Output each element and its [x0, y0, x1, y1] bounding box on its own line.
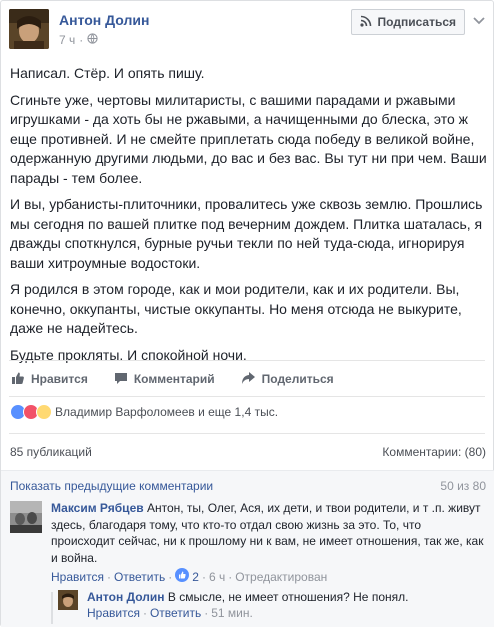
post-time[interactable]: 7 ч	[59, 33, 75, 47]
follow-button[interactable]: Подписаться	[350, 9, 465, 35]
author-avatar[interactable]	[9, 9, 49, 49]
comment-like-badge-icon	[175, 568, 190, 585]
reply-thread-line	[51, 592, 53, 624]
share-label: Поделиться	[261, 372, 334, 386]
comment-button[interactable]: Комментарий	[114, 371, 215, 388]
post-paragraph: Сгиньте уже, чертовы милитаристы, с ваши…	[10, 91, 487, 186]
comment-icon	[114, 371, 128, 388]
like-label: Нравится	[31, 372, 88, 386]
comment-author[interactable]: Максим Рябцев	[51, 501, 144, 515]
reply-author-avatar[interactable]	[58, 590, 78, 610]
share-button[interactable]: Поделиться	[241, 371, 334, 388]
post-paragraph: И вы, урбанисты-плиточники, провалитесь …	[10, 196, 483, 271]
rss-icon	[359, 15, 372, 30]
reply-body: Антон Долин В смысле, не имеет отношения…	[87, 589, 408, 605]
reply-meta: Нравится · Ответить · 51 мин.	[87, 606, 253, 620]
reactions-summary[interactable]: Владимир Варфоломеев и еще 1,4 тыс.	[10, 404, 278, 420]
divider	[9, 433, 485, 434]
post-meta: 7 ч ·	[59, 33, 98, 47]
reply-like-link[interactable]: Нравится	[87, 606, 140, 620]
post-paragraph: Будьте прокляты. И спокойной ночи.	[10, 346, 247, 363]
post-author-name[interactable]: Антон Долин	[59, 12, 149, 28]
share-icon	[241, 371, 256, 388]
shares-count[interactable]: 85 публикаций	[10, 445, 92, 459]
post-counts: 85 публикаций Комментарии: (80)	[10, 445, 486, 459]
post-card: Антон Долин 7 ч · Подписаться Написал. С…	[0, 0, 494, 627]
reply-time[interactable]: 51 мин.	[211, 606, 253, 620]
reply-text: В смысле, не имеет отношения? Не понял.	[167, 590, 409, 604]
divider	[9, 360, 485, 361]
comments-range: 50 из 80	[440, 479, 486, 493]
post-text: Написал. Стёр. И опять пишу. Сгиньте уже…	[10, 64, 488, 372]
post-actions: Нравится Комментарий Поделиться	[1, 366, 494, 392]
show-previous-comments-link[interactable]: Показать предыдущие комментарии	[10, 479, 213, 493]
commenter-avatar[interactable]	[10, 501, 42, 533]
comment-like-count[interactable]: 2	[192, 570, 199, 584]
comment-time[interactable]: 6 ч	[209, 570, 225, 584]
comment-label: Комментарий	[133, 372, 215, 386]
comments-count[interactable]: Комментарии: (80)	[382, 445, 486, 459]
reply-author[interactable]: Антон Долин	[87, 590, 165, 604]
reactions-text: Владимир Варфоломеев и еще 1,4 тыс.	[55, 405, 279, 419]
comment-meta: Нравится · Ответить · 2 · 6 ч · Отредакт…	[51, 568, 328, 585]
post-paragraph: Я родился в этом городе, как и мои родит…	[10, 281, 462, 336]
globe-icon	[87, 33, 98, 47]
thumbs-up-icon	[11, 371, 25, 388]
post-paragraph: Написал. Стёр. И опять пишу.	[10, 65, 205, 81]
comment-like-link[interactable]: Нравится	[51, 570, 104, 584]
chevron-down-icon[interactable]	[473, 13, 485, 31]
sad-reaction-icon	[36, 404, 52, 420]
previous-comments-row: Показать предыдущие комментарии 50 из 80	[10, 479, 486, 493]
follow-label: Подписаться	[377, 15, 456, 29]
comments-section: Показать предыдущие комментарии 50 из 80…	[1, 470, 494, 627]
comment-edited: Отредактирован	[235, 569, 328, 584]
comment-reply-link[interactable]: Ответить	[114, 570, 165, 584]
reply-reply-link[interactable]: Ответить	[150, 606, 201, 620]
comment-body: Максим Рябцев Антон, ты, Олег, Ася, их д…	[51, 500, 485, 566]
divider	[9, 396, 485, 397]
like-button[interactable]: Нравится	[11, 371, 88, 388]
